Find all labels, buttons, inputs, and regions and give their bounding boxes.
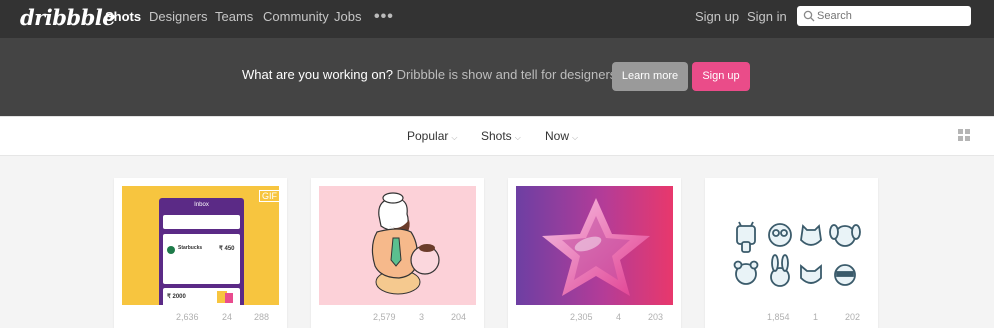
likes-count: 288: [254, 312, 270, 322]
banner-tagline: Dribbble is show and tell for designers.: [393, 67, 620, 82]
mockup-header: Inbox: [194, 202, 209, 208]
rabbit-icon: [770, 254, 790, 287]
mockup-balance: ₹ 2000: [167, 294, 186, 300]
nav-jobs[interactable]: Jobs: [334, 0, 361, 38]
filter-popular-label: Popular: [407, 129, 449, 143]
views-count: 2,579: [373, 312, 396, 322]
learn-more-button[interactable]: Learn more: [612, 62, 688, 91]
shot-thumbnail-wallet-app[interactable]: GIF Inbox Starbucks ₹ 450 ₹ 2000: [122, 186, 279, 305]
search-input[interactable]: [817, 8, 965, 24]
top-navigation: dribbble Shots Designers Teams Community…: [0, 0, 994, 38]
starbucks-logo-icon: [167, 246, 175, 254]
cat-icon: [800, 224, 822, 246]
raccoon-icon: [834, 264, 856, 286]
shot-thumbnail-star-icon[interactable]: [516, 186, 673, 305]
nav-shots[interactable]: Shots: [105, 0, 141, 38]
nav-community[interactable]: Community: [263, 0, 329, 38]
search-icon: [803, 10, 815, 22]
mockup-transaction-card: Starbucks ₹ 450: [163, 234, 240, 284]
animal-icons: [733, 221, 861, 287]
shot-stats: 2,579 3 204: [311, 312, 484, 326]
chevron-down-icon: ⌵: [451, 133, 458, 142]
filter-shots[interactable]: Shots ⌵: [481, 129, 521, 143]
mockup-balance-card: ₹ 2000: [163, 288, 240, 305]
likes-count: 202: [845, 312, 861, 322]
shot-card[interactable]: 2,305 4 203: [508, 178, 681, 328]
bear-icon: [733, 260, 759, 285]
likes-count: 203: [648, 312, 664, 322]
banner-question: What are you working on?: [242, 67, 394, 82]
phone-mockup: Inbox Starbucks ₹ 450 ₹ 2000: [159, 198, 244, 305]
mockup-amount: ₹ 450: [219, 246, 235, 252]
views-count: 1,854: [767, 312, 790, 322]
chevron-down-icon: ⌵: [572, 133, 579, 142]
shot-stats: 2,305 4 203: [508, 312, 681, 326]
comments-count: 24: [222, 312, 233, 322]
shot-thumbnail-character-illustration[interactable]: [319, 186, 476, 305]
dribbble-logo[interactable]: dribbble: [20, 5, 116, 30]
banner-text: What are you working on? Dribbble is sho…: [242, 67, 620, 82]
chevron-down-icon: ⌵: [514, 133, 521, 142]
filter-bar: Popular ⌵ Shots ⌵ Now ⌵: [0, 116, 994, 156]
header-sign-in-link[interactable]: Sign in: [747, 0, 787, 38]
filter-now[interactable]: Now ⌵: [545, 129, 578, 143]
comments-count: 4: [616, 312, 622, 322]
banner-sign-up-button[interactable]: Sign up: [692, 62, 750, 91]
shot-thumbnail-animal-icons[interactable]: [713, 186, 870, 305]
owl-icon: [768, 223, 792, 247]
more-menu-button[interactable]: •••: [374, 8, 394, 26]
filter-now-label: Now: [545, 129, 570, 143]
dog-icon: [829, 224, 861, 247]
filter-popular[interactable]: Popular ⌵: [407, 129, 457, 143]
likes-count: 204: [451, 312, 467, 322]
fox-icon: [800, 264, 822, 284]
search-box: [797, 6, 971, 26]
mockup-merchant: Starbucks: [178, 245, 203, 251]
grid-view-icon[interactable]: [958, 129, 971, 142]
character-illustration: [371, 192, 440, 295]
mockup-bag-icon: [225, 293, 233, 303]
star-icon: [542, 198, 650, 296]
views-count: 2,305: [570, 312, 593, 322]
shot-card[interactable]: 2,579 3 204: [311, 178, 484, 328]
nav-teams[interactable]: Teams: [215, 0, 253, 38]
shot-card[interactable]: 1,854 1 202: [705, 178, 878, 328]
views-count: 2,636: [176, 312, 199, 322]
mockup-search-card: [163, 215, 240, 229]
comments-count: 3: [419, 312, 425, 322]
gif-badge: GIF: [259, 190, 279, 202]
comments-count: 1: [813, 312, 819, 322]
giraffe-icon: [736, 221, 756, 253]
shot-stats: 1,854 1 202: [705, 312, 878, 326]
nav-designers[interactable]: Designers: [149, 0, 208, 38]
header-sign-up-link[interactable]: Sign up: [695, 0, 739, 38]
filter-shots-label: Shots: [481, 129, 512, 143]
shot-stats: 2,636 24 288: [114, 312, 287, 326]
shot-card[interactable]: GIF Inbox Starbucks ₹ 450 ₹ 2000 2,636 2…: [114, 178, 287, 328]
welcome-banner: What are you working on? Dribbble is sho…: [0, 38, 994, 116]
